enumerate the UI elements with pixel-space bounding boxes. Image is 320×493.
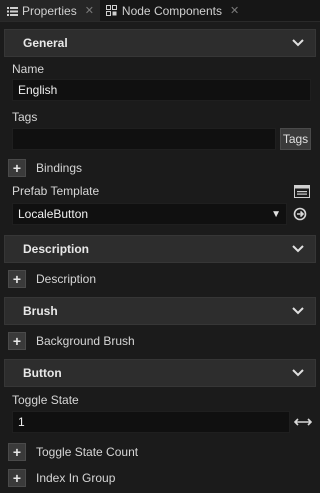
toggle-state-count-label: Toggle State Count: [36, 445, 139, 459]
toggle-state-field[interactable]: 1: [12, 411, 290, 433]
section-button[interactable]: Button: [4, 359, 316, 387]
tab-properties[interactable]: Properties ✕: [0, 0, 100, 21]
prefab-template-label: Prefab Template: [12, 184, 100, 198]
add-index-in-group-button[interactable]: +: [8, 469, 26, 487]
close-icon[interactable]: ✕: [85, 4, 94, 17]
tab-node-components-label: Node Components: [121, 3, 222, 18]
tags-field[interactable]: [12, 128, 276, 150]
list-icon: [6, 5, 18, 17]
description-label: Description: [36, 272, 97, 286]
chevron-down-icon[interactable]: [291, 242, 305, 256]
tags-button[interactable]: Tags: [280, 128, 311, 150]
tab-node-components[interactable]: Node Components ✕: [100, 0, 245, 21]
bindings-label: Bindings: [36, 161, 83, 175]
open-prefab-icon[interactable]: [292, 182, 312, 200]
toggle-state-label: Toggle State: [12, 393, 79, 407]
chevron-down-icon[interactable]: [291, 304, 305, 318]
add-description-button[interactable]: +: [8, 270, 26, 288]
section-general[interactable]: General: [4, 29, 316, 57]
index-in-group-label: Index In Group: [36, 471, 116, 485]
description-row: + Description: [4, 268, 316, 290]
add-bindings-button[interactable]: +: [8, 159, 26, 177]
section-button-title: Button: [23, 366, 62, 380]
section-brush-title: Brush: [23, 304, 58, 318]
background-brush-row: + Background Brush: [4, 330, 316, 352]
components-icon: [106, 5, 118, 17]
index-in-group-row: + Index In Group: [4, 467, 316, 489]
tab-bar: Properties ✕ Node Components ✕: [0, 0, 320, 22]
chevron-down-icon[interactable]: [291, 36, 305, 50]
chevron-down-icon[interactable]: [291, 366, 305, 380]
section-description-title: Description: [23, 242, 90, 256]
goto-prefab-icon[interactable]: [290, 205, 310, 223]
prefab-template-dropdown[interactable]: LocaleButton ▼: [12, 203, 287, 225]
section-general-title: General: [23, 36, 68, 50]
add-toggle-state-count-button[interactable]: +: [8, 443, 26, 461]
close-icon[interactable]: ✕: [230, 4, 239, 17]
prefab-template-value: LocaleButton: [18, 207, 89, 221]
toggle-state-count-row: + Toggle State Count: [4, 441, 316, 463]
tags-label: Tags: [12, 110, 38, 124]
tab-properties-label: Properties: [22, 3, 77, 18]
name-field[interactable]: English: [12, 79, 311, 101]
background-brush-label: Background Brush: [36, 334, 135, 348]
drag-value-icon[interactable]: [293, 413, 313, 431]
section-description[interactable]: Description: [4, 235, 316, 263]
bindings-row: + Bindings: [4, 157, 316, 179]
section-brush[interactable]: Brush: [4, 297, 316, 325]
add-background-brush-button[interactable]: +: [8, 332, 26, 350]
dropdown-arrow-icon[interactable]: ▼: [271, 209, 281, 220]
name-label: Name: [12, 62, 45, 76]
